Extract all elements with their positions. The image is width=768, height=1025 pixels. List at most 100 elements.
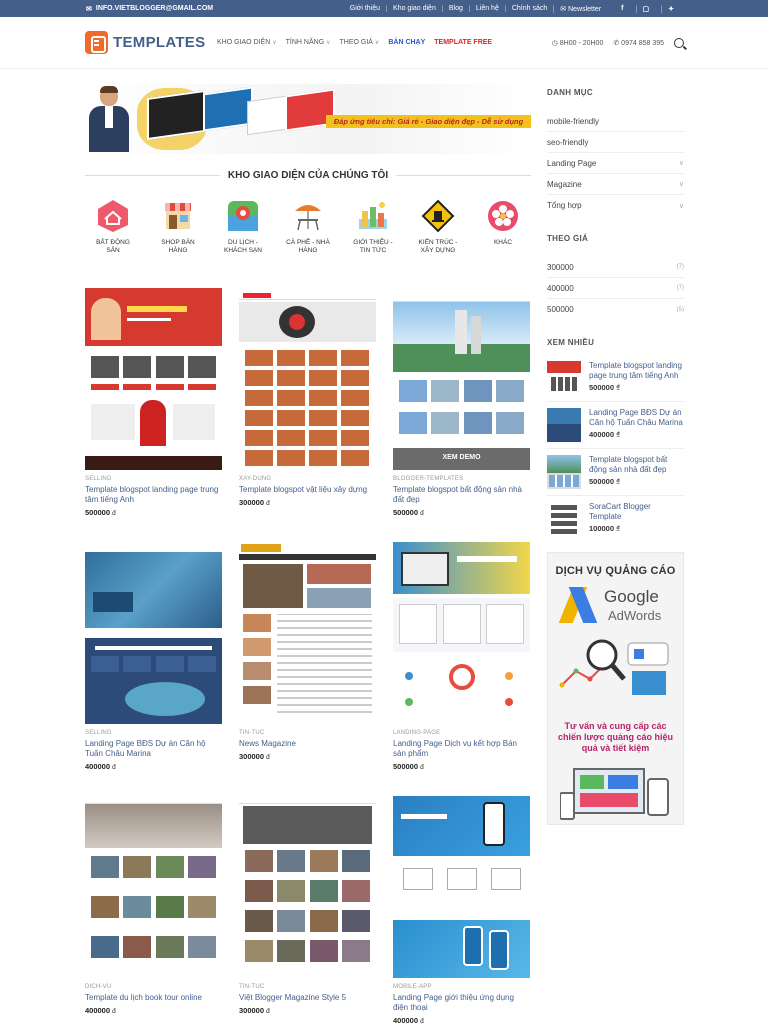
popular-name[interactable]: Template blogspot bất động sản nhà đất đ… <box>589 455 684 475</box>
email-contact[interactable]: ✉ INFO.VIETBLOGGER@GMAIL.COM <box>86 5 213 13</box>
product-card[interactable]: DICH-VU Template du lịch book tour onlin… <box>85 796 222 1015</box>
product-category[interactable]: DICH-VU <box>85 984 222 990</box>
product-card[interactable]: SELLING Template blogspot landing page t… <box>85 288 222 517</box>
popular-thumbnail[interactable] <box>547 502 581 536</box>
popular-item[interactable]: SoraCart Blogger Template 100000 ₫ <box>547 502 684 542</box>
product-card[interactable]: LANDING-PAGE Landing Page Dịch vụ kết hợ… <box>393 542 530 771</box>
nav-tinh-nang[interactable]: TÍNH NĂNG ∨ <box>286 39 331 46</box>
product-thumbnail[interactable] <box>239 542 376 724</box>
nav-template-free[interactable]: TEMPLATE FREE <box>434 39 492 46</box>
phone[interactable]: ✆ 0974 858 395 <box>613 39 664 47</box>
product-category[interactable]: TIN-TUC <box>239 984 376 990</box>
chevron-down-icon[interactable]: ∨ <box>679 180 684 188</box>
product-name[interactable]: Template du lịch book tour online <box>85 993 222 1003</box>
adwords-ad-banner[interactable]: DỊCH VỤ QUẢNG CÁO Google AdWords Tư vấn … <box>547 552 684 825</box>
sidebar-item-landing-page[interactable]: Landing Page ∨ <box>547 153 684 174</box>
popular-thumbnail[interactable] <box>547 408 581 442</box>
product-category[interactable]: TIN-TUC <box>239 730 376 736</box>
price-filter-label: 300000 <box>547 262 574 272</box>
top-link-newsletter[interactable]: ✉ Newsletter <box>553 4 607 13</box>
product-name[interactable]: Template blogspot landing page trung tâm… <box>85 485 222 505</box>
sidebar-title-danh-muc: DANH MỤC <box>547 88 593 97</box>
product-thumbnail[interactable] <box>239 288 376 470</box>
product-category[interactable]: XAY-DUNG <box>239 476 376 482</box>
product-name[interactable]: Landing Page BĐS Dự án Căn hộ Tuấn Châu … <box>85 739 222 759</box>
top-link-chinh-sach[interactable]: Chính sách <box>504 5 553 12</box>
category-gioi-thieu[interactable]: GIỚI THIỆU - TIN TỨC <box>349 199 397 255</box>
product-price: 300000 đ <box>239 752 376 761</box>
search-icon[interactable] <box>674 37 684 48</box>
product-thumbnail[interactable] <box>85 796 222 978</box>
popular-price: 500000 ₫ <box>589 477 684 486</box>
chevron-down-icon[interactable]: ∨ <box>679 202 684 210</box>
top-link-gioi-thieu[interactable]: Giới thiệu <box>344 5 386 12</box>
product-name[interactable]: News Magazine <box>239 739 376 749</box>
top-link-kho-giao-dien[interactable]: Kho giao diện <box>386 5 442 12</box>
product-card[interactable]: MOBILE-APP Landing Page giới thiệu ứng d… <box>393 796 530 1025</box>
popular-name[interactable]: SoraCart Blogger Template <box>589 502 684 522</box>
product-thumbnail[interactable] <box>393 796 530 978</box>
category-kien-truc[interactable]: KIẾN TRÚC - XÂY DỰNG <box>414 199 462 255</box>
sidebar-item-tong-hop[interactable]: Tổng hợp ∨ <box>547 195 684 216</box>
product-thumbnail[interactable] <box>85 542 222 724</box>
category-shop[interactable]: SHOP BÁN HÀNG <box>154 199 202 255</box>
price-currency: đ <box>112 510 116 517</box>
popular-item[interactable]: Template blogspot bất động sản nhà đất đ… <box>547 455 684 496</box>
sidebar-item-magazine[interactable]: Magazine ∨ <box>547 174 684 195</box>
product-category[interactable]: SELLING <box>85 476 222 482</box>
ad-text: Tư vấn và cung cấp các chiến lược quảng … <box>558 721 673 753</box>
product-thumbnail[interactable]: XEM DEMO <box>393 288 530 470</box>
popular-thumbnail[interactable] <box>547 361 581 395</box>
product-name[interactable]: Template blogspot vật liệu xây dựng <box>239 485 376 495</box>
price-value: 500000 <box>85 508 111 517</box>
category-du-lich[interactable]: DU LỊCH - KHÁCH SẠN <box>219 199 267 255</box>
product-card[interactable]: XEM DEMO BLOGGER-TEMPLATES Template blog… <box>393 288 530 517</box>
product-category[interactable]: SELLING <box>85 730 222 736</box>
product-card[interactable]: TIN-TUC News Magazine 300000 đ <box>239 542 376 761</box>
price-filter-300000[interactable]: 300000 (7) <box>547 257 684 278</box>
sidebar-item-mobile-friendly[interactable]: mobile-friendly <box>547 111 684 132</box>
popular-price: 500000 ₫ <box>589 383 684 392</box>
top-link-lien-he[interactable]: Liên hệ <box>468 5 505 12</box>
chevron-down-icon[interactable]: ∨ <box>679 159 684 167</box>
price-currency: đ <box>266 500 270 507</box>
xem-demo-overlay[interactable]: XEM DEMO <box>393 454 530 461</box>
product-price: 300000 đ <box>239 498 376 507</box>
product-category[interactable]: MOBILE-APP <box>393 984 530 990</box>
instagram-icon[interactable]: ▢ <box>635 4 656 13</box>
popular-item[interactable]: Landing Page BĐS Dự án Căn hộ Tuấn Châu … <box>547 408 684 449</box>
product-card[interactable]: XAY-DUNG Template blogspot vật liệu xây … <box>239 288 376 507</box>
price-filter-400000[interactable]: 400000 (7) <box>547 278 684 299</box>
popular-name[interactable]: Template blogspot landing page trung tâm… <box>589 361 684 381</box>
nav-kho-giao-dien[interactable]: KHO GIAO DIỆN ∨ <box>217 39 277 46</box>
product-name[interactable]: Landing Page giới thiệu ứng dụng điện th… <box>393 993 530 1013</box>
category-ca-phe[interactable]: CÀ PHÊ - NHÀ HÀNG <box>284 199 332 255</box>
product-thumbnail[interactable] <box>393 542 530 724</box>
sidebar-item-seo-friendly[interactable]: seo-friendly <box>547 132 684 153</box>
nav-label: TÍNH NĂNG <box>285 39 325 46</box>
product-thumbnail[interactable] <box>85 288 222 470</box>
facebook-icon[interactable]: f <box>615 5 629 13</box>
product-name[interactable]: Việt Blogger Magazine Style 5 <box>239 993 376 1003</box>
popular-name[interactable]: Landing Page BĐS Dự án Căn hộ Tuấn Châu … <box>589 408 684 428</box>
category-bat-dong-san[interactable]: BẤT ĐỘNG SẢN <box>89 199 137 255</box>
product-card[interactable]: TIN-TUC Việt Blogger Magazine Style 5 30… <box>239 796 376 1015</box>
product-category[interactable]: LANDING-PAGE <box>393 730 530 736</box>
twitter-icon[interactable]: ✦ <box>661 4 680 13</box>
price-filter-500000[interactable]: 500000 (5) <box>547 299 684 320</box>
product-name[interactable]: Template blogspot bất động sản nhà đất đ… <box>393 485 530 505</box>
nav-theo-gia[interactable]: THEO GIÁ ∨ <box>340 39 380 46</box>
product-category[interactable]: BLOGGER-TEMPLATES <box>393 476 530 482</box>
chevron-down-icon: ∨ <box>326 40 331 46</box>
hero-banner[interactable]: Đáp ứng tiêu chí: Giá rẻ - Giao diện đẹp… <box>85 84 531 154</box>
top-link-blog[interactable]: Blog <box>441 5 469 12</box>
site-logo[interactable]: TEMPLATES <box>85 31 213 54</box>
chevron-down-icon: ∨ <box>374 40 380 46</box>
nav-ban-chay[interactable]: BÁN CHẠY <box>388 39 425 46</box>
product-name[interactable]: Landing Page Dịch vụ kết hợp Bán sản phẩ… <box>393 739 530 759</box>
product-card[interactable]: SELLING Landing Page BĐS Dự án Căn hộ Tu… <box>85 542 222 771</box>
category-khac[interactable]: KHÁC <box>479 199 527 255</box>
popular-thumbnail[interactable] <box>547 455 581 489</box>
product-thumbnail[interactable] <box>239 796 376 978</box>
popular-item[interactable]: Template blogspot landing page trung tâm… <box>547 361 684 402</box>
